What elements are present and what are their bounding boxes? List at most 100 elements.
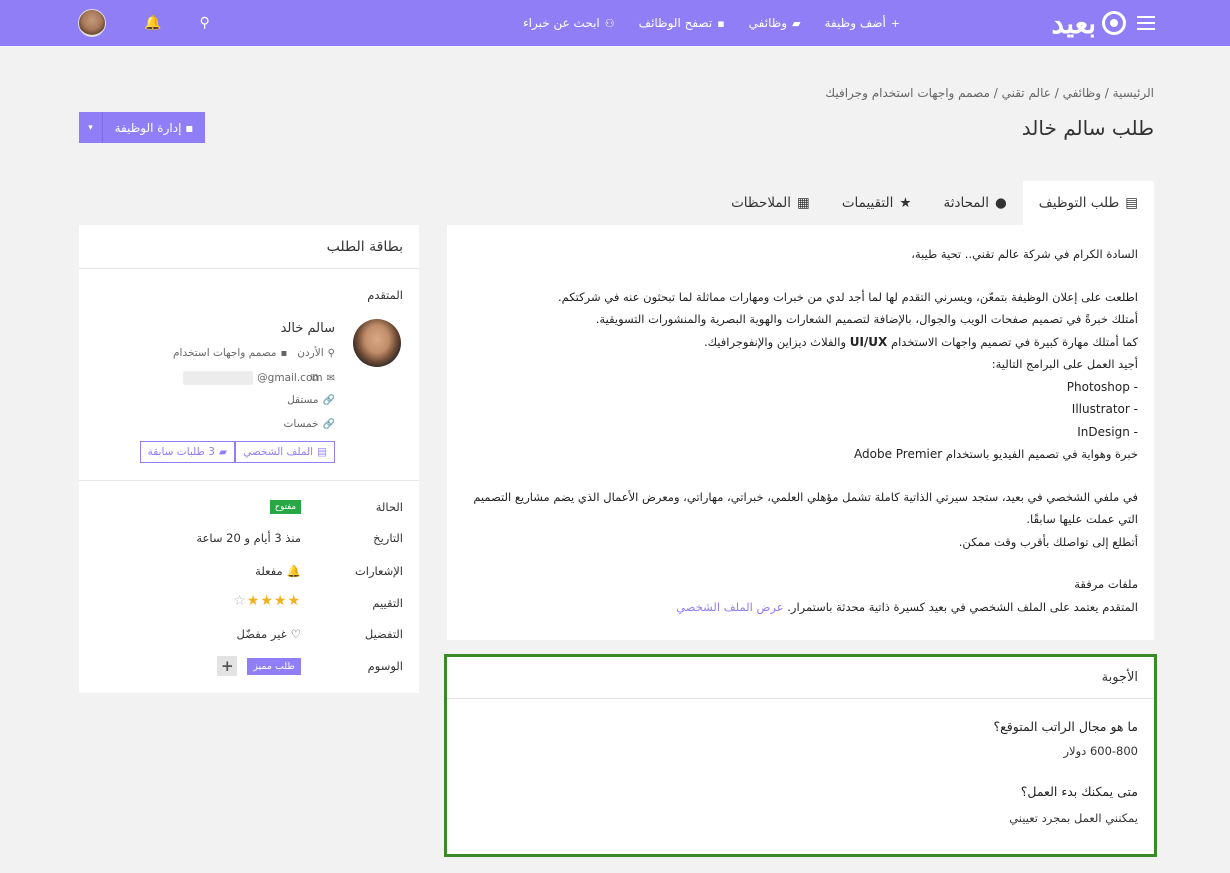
applicant-label: المتقدم <box>367 288 403 302</box>
manage-job-label: ▪ إدارة الوظيفة <box>103 121 205 135</box>
star-empty-icon[interactable]: ☆ <box>233 593 247 609</box>
attachments-title: ملفات مرفقة <box>1074 577 1138 591</box>
program-item: - Illustrator <box>1071 402 1138 416</box>
tags-label: الوسوم <box>367 659 403 673</box>
copy-icon[interactable]: ⧉ <box>311 371 319 385</box>
add-tag-button[interactable]: + <box>217 656 238 676</box>
status-label: الحالة <box>375 500 403 514</box>
notifications-label: الإشعارات <box>354 564 403 578</box>
link-icon: 🔗 <box>322 394 335 406</box>
applicant-job-title: مصمم واجهات استخدام <box>173 347 277 359</box>
page-title: طلب سالم خالد <box>1021 116 1154 140</box>
top-navbar: بعيد + أضف وظيفة ▰ وظائفي ▪ تصفح الوظائف… <box>0 0 1230 46</box>
folder-icon: ▰ <box>792 16 801 30</box>
question: ما هو مجال الراتب المتوقع؟ <box>993 719 1138 734</box>
folder-icon: ▰ <box>218 446 227 458</box>
program-item: - InDesign <box>1077 424 1138 439</box>
menu-toggle-icon[interactable] <box>1136 0 1156 46</box>
notifications-toggle[interactable]: 🔔 مفعلة <box>255 564 301 578</box>
tag-featured[interactable]: طلب مميز <box>247 657 301 675</box>
manage-job-text: إدارة الوظيفة <box>114 120 182 135</box>
answer: 600-800 دولار <box>1063 744 1138 758</box>
nav-my-jobs[interactable]: ▰ وظائفي <box>749 16 801 30</box>
manage-job-button[interactable]: ▾ ▪ إدارة الوظيفة <box>79 112 205 143</box>
dropdown-caret-icon[interactable]: ▾ <box>79 112 103 143</box>
nav-find-experts-label: ابحث عن خبراء <box>523 16 600 30</box>
letter-paragraph: أجيد العمل على البرامج التالية: <box>991 357 1138 371</box>
tab-ratings-label: التقييمات <box>841 195 894 211</box>
favorite-label: التفضيل <box>364 627 403 641</box>
card-title: بطاقة الطلب <box>79 225 419 269</box>
letter-text: خبرة وهواية في تصميم الفيديو باستخدام <box>945 447 1138 461</box>
brand-logo[interactable]: بعيد <box>1052 0 1126 46</box>
email-redacted <box>183 371 254 385</box>
map-marker-icon: ⚲ <box>327 347 335 359</box>
tab-application[interactable]: ▤ طلب التوظيف <box>1022 181 1154 225</box>
date-label: التاريخ <box>373 531 403 545</box>
star-filled-icon[interactable]: ★ <box>287 593 301 609</box>
star-filled-icon[interactable]: ★ <box>274 593 288 609</box>
status-badge: مفتوح <box>269 500 301 514</box>
star-filled-icon[interactable]: ★ <box>260 593 274 609</box>
briefcase-icon: ▪ <box>280 347 288 359</box>
application-card: بطاقة الطلب المتقدم سالم خالد ⚲ الأردن ▪… <box>79 225 419 693</box>
letter-paragraph: كما أمتلك مهارة كبيرة في تصميم واجهات ال… <box>463 331 1138 354</box>
letter-text-latin: UI/UX <box>849 334 888 349</box>
notifications-value: مفعلة <box>255 564 283 578</box>
applicant-name[interactable]: سالم خالد <box>281 321 335 336</box>
nav-add-job-label: أضف وظيفة <box>824 16 886 30</box>
logo-text: بعيد <box>1051 6 1096 40</box>
answer: يمكنني العمل بمجرد تعييني <box>1009 811 1138 825</box>
applicant-avatar[interactable] <box>353 319 401 367</box>
favorite-value: غير مفضّل <box>236 627 287 641</box>
level-value[interactable]: خمسات <box>284 418 319 430</box>
applicant-level: 🔗 خمسات <box>284 418 335 430</box>
letter-paragraph: في ملفي الشخصي في بعيد، ستجد سيرتي الذات… <box>473 489 1138 527</box>
answers-title: الأجوبة <box>447 657 1154 699</box>
nav-browse-jobs-label: تصفح الوظائف <box>638 16 713 30</box>
question: متى يمكنك بدء العمل؟ <box>1020 784 1138 799</box>
profile-button-label: الملف الشخصي <box>243 446 314 458</box>
briefcase-icon: ▪ <box>185 120 194 135</box>
tab-chat-label: المحادثة <box>943 195 989 211</box>
letter-text: كما أمتلك مهارة كبيرة في تصميم واجهات ال… <box>890 334 1138 349</box>
answers-panel: الأجوبة ما هو مجال الراتب المتوقع؟ 600-8… <box>444 654 1157 857</box>
status-value: مفتوح <box>269 500 301 514</box>
letter-paragraph: أمتلك خبرةً في تصميم صفحات الويب والجوال… <box>595 312 1138 326</box>
bell-icon[interactable]: 🔔 <box>144 15 161 31</box>
previous-applications-button[interactable]: ▰ 3 طلبات سابقة <box>139 441 235 463</box>
star-filled-icon[interactable]: ★ <box>247 593 261 609</box>
note-icon: ▦ <box>797 195 810 211</box>
bell-icon: 🔔 <box>286 564 301 578</box>
work-type-value[interactable]: مستقل <box>287 394 318 406</box>
link-icon: 🔗 <box>322 418 335 430</box>
search-icon[interactable]: ⚲ <box>199 15 209 31</box>
view-profile-link[interactable]: عرض الملف الشخصي <box>676 600 783 614</box>
nav-browse-jobs[interactable]: ▪ تصفح الوظائف <box>639 16 725 30</box>
star-icon: ★ <box>899 195 912 211</box>
comments-icon: ● <box>994 195 1007 211</box>
tab-ratings[interactable]: ★ التقييمات <box>826 181 928 225</box>
id-card-icon: ▤ <box>317 446 327 458</box>
attachments-text: المتقدم يعتمد على الملف الشخصي في بعيد ك… <box>463 596 1138 619</box>
users-icon: ⚇ <box>604 16 615 30</box>
nav-find-experts[interactable]: ⚇ ابحث عن خبراء <box>523 16 615 30</box>
tab-chat[interactable]: ● المحادثة <box>927 181 1022 225</box>
breadcrumb[interactable]: الرئيسية / وظائفي / عالم تقني / مصمم واج… <box>825 86 1154 100</box>
tab-notes[interactable]: ▦ الملاحظات <box>715 181 826 225</box>
user-avatar[interactable] <box>78 9 106 37</box>
profile-button[interactable]: ▤ الملف الشخصي <box>235 441 335 463</box>
nav-add-job[interactable]: + أضف وظيفة <box>825 16 900 30</box>
nav-my-jobs-label: وظائفي <box>748 16 788 30</box>
card-divider <box>79 480 419 481</box>
envelope-icon: ✉ <box>326 372 335 384</box>
applicant-location-job: ⚲ الأردن ▪ مصمم واجهات استخدام <box>173 347 335 359</box>
file-icon: ▤ <box>1125 195 1138 211</box>
program-item: - Photoshop <box>1066 379 1138 394</box>
rating-stars[interactable]: ★★★★☆ <box>233 593 301 609</box>
letter-greeting: السادة الكرام في شركة عالم تقني.. تحية ط… <box>911 247 1138 261</box>
nav-user-tools: 🔔 ⚲ <box>78 0 210 46</box>
star-rating-icon[interactable]: ★★★★☆ <box>233 593 301 609</box>
favorite-toggle[interactable]: ♡ غير مفضّل <box>237 627 301 641</box>
letter-paragraph: أتطلع إلى تواصلك بأقرب وقت ممكن. <box>958 534 1138 549</box>
